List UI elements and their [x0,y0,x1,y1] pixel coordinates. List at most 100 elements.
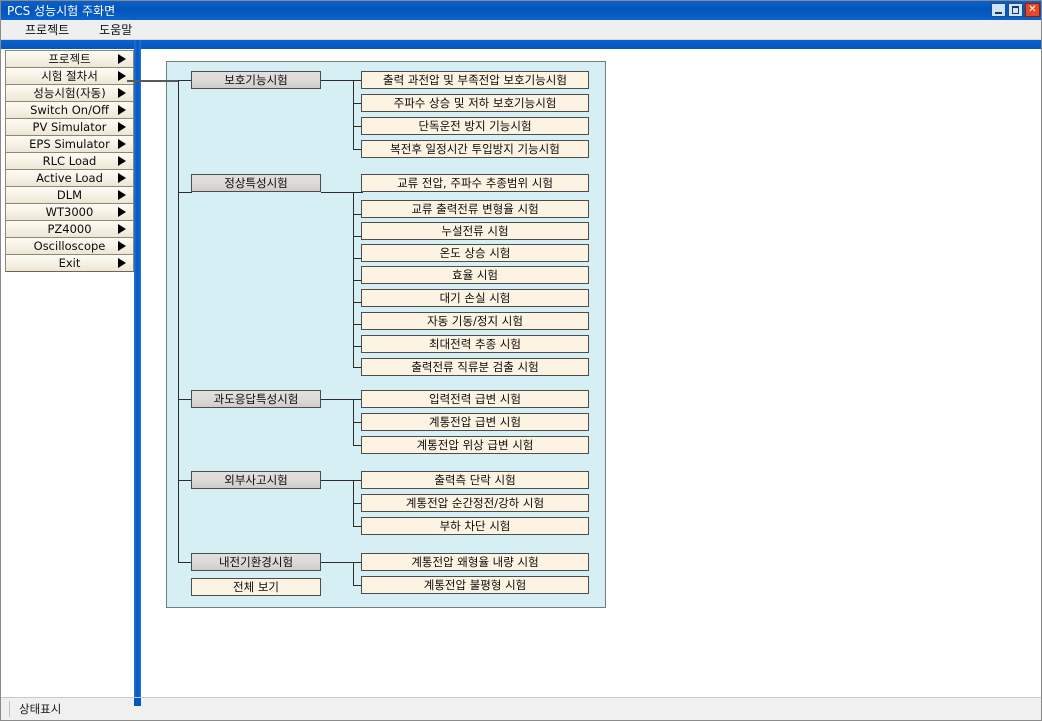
sidebar-item-rlc-load[interactable]: RLC Load [5,152,134,170]
tree-item-label: 단독운전 방지 기능시험 [418,119,532,133]
tree-item[interactable]: 누설전류 시험 [361,222,589,240]
menu-item-help[interactable]: 도움말 [89,21,142,39]
minimize-icon [995,12,1002,14]
sidebar-item-performance-test-auto[interactable]: 성능시험(자동) [5,84,134,102]
sidebar-item-pz4000[interactable]: PZ4000 [5,220,134,238]
tree-item[interactable]: 출력 과전압 및 부족전압 보호기능시험 [361,71,589,89]
title-bar: PCS 성능시험 주화면 ✕ [1,1,1041,20]
tree-item[interactable]: 계통전압 불평형 시험 [361,576,589,594]
sidebar-item-active-load[interactable]: Active Load [5,169,134,187]
tree-group-stub [178,192,192,193]
window-title: PCS 성능시험 주화면 [7,4,116,18]
close-button[interactable]: ✕ [1025,3,1040,17]
tree-item[interactable]: 교류 출력전류 변형율 시험 [361,200,589,218]
tree-category-transient-response[interactable]: 과도응답특성시험 [191,390,321,408]
tree-item[interactable]: 주파수 상승 및 저하 보호기능시험 [361,94,589,112]
sidebar-item-switch-on-off[interactable]: Switch On/Off [5,101,134,119]
tree-item-label: 계통전압 급변 시험 [429,415,521,429]
sidebar-item-label: Switch On/Off [30,103,109,117]
tree-item-label: 복전후 일정시간 투입방지 기능시험 [390,142,560,156]
status-rail-cap [134,698,141,706]
sidebar-item-label: WT3000 [45,205,94,219]
chevron-right-icon [118,156,126,166]
chevron-right-icon [118,224,126,234]
tree-branch-trunk [353,80,354,150]
tree-item[interactable]: 자동 기동/정지 시험 [361,312,589,330]
tree-item-label: 출력측 단락 시험 [434,473,516,487]
tree-item-label: 교류 전압, 주파수 추종범위 시험 [397,176,553,190]
menu-bar: 프로젝트 도움말 [1,20,1041,40]
tree-item-label: 효율 시험 [452,268,498,282]
tree-item[interactable]: 출력전류 직류분 검출 시험 [361,358,589,376]
sidebar-accent-rail [134,40,141,705]
view-all-button[interactable]: 전체 보기 [191,578,321,596]
status-text: 상태표시 [19,702,62,716]
chevron-right-icon [118,88,126,98]
menu-item-project[interactable]: 프로젝트 [15,21,79,39]
tree-item[interactable]: 교류 전압, 주파수 추종범위 시험 [361,174,589,192]
tree-category-external-fault[interactable]: 외부사고시험 [191,471,321,489]
tree-item-label: 교류 출력전류 변형율 시험 [411,202,539,216]
tree-item[interactable]: 계통전압 왜형율 내량 시험 [361,553,589,571]
tree-item-label: 누설전류 시험 [441,224,509,238]
tree-group-stub [178,480,192,481]
tree-item-label: 대기 손실 시험 [439,291,511,305]
sidebar-item-test-procedure[interactable]: 시험 절차서 [5,67,134,85]
header-accent-band [1,40,1041,49]
tree-item[interactable]: 입력전력 급변 시험 [361,390,589,408]
sidebar-item-project[interactable]: 프로젝트 [5,50,134,68]
tree-item-label: 출력 과전압 및 부족전압 보호기능시험 [383,73,567,87]
tree-item[interactable]: 계통전압 급변 시험 [361,413,589,431]
tree-item[interactable]: 복전후 일정시간 투입방지 기능시험 [361,140,589,158]
sidebar-item-label: Oscilloscope [33,239,106,253]
tree-item-label: 부하 차단 시험 [439,519,511,533]
sidebar-item-pv-simulator[interactable]: PV Simulator [5,118,134,136]
tree-item-label: 계통전압 불평형 시험 [423,578,527,592]
tree-item[interactable]: 출력측 단락 시험 [361,471,589,489]
tree-category-label: 정상특성시험 [224,176,288,190]
tree-item-label: 주파수 상승 및 저하 보호기능시험 [393,96,557,110]
sidebar-item-label: RLC Load [42,154,97,168]
minimize-button[interactable] [991,3,1006,17]
sidebar-item-label: 프로젝트 [48,52,91,66]
tree-group-stub [178,562,192,563]
maximize-icon [1012,6,1019,14]
tree-item-label: 온도 상승 시험 [439,246,511,260]
tree-group-stub [178,399,192,400]
tree-item-label: 계통전압 위상 급변 시험 [416,438,534,452]
sidebar-item-label: Exit [58,256,81,270]
maximize-button[interactable] [1008,3,1023,17]
tree-category-label: 과도응답특성시험 [213,392,299,406]
tree-item[interactable]: 계통전압 순간정전/강하 시험 [361,494,589,512]
tree-item-label: 입력전력 급변 시험 [429,392,521,406]
tree-trunk-line [178,80,179,563]
tree-item[interactable]: 단독운전 방지 기능시험 [361,117,589,135]
tree-category-label: 보호기능시험 [224,73,288,87]
tree-item-label: 출력전류 직류분 검출 시험 [411,360,539,374]
window-controls: ✕ [991,3,1040,17]
tree-item[interactable]: 최대전력 추종 시험 [361,335,589,353]
tree-item[interactable]: 부하 차단 시험 [361,517,589,535]
close-icon: ✕ [1028,4,1037,15]
sidebar-menu: 프로젝트 시험 절차서 성능시험(자동) Switch On/Off PV Si… [5,50,134,272]
sidebar-item-wt3000[interactable]: WT3000 [5,203,134,221]
tree-category-normal-characteristics[interactable]: 정상특성시험 [191,174,321,192]
tree-category-label: 내전기환경시험 [218,555,294,569]
sidebar-item-oscilloscope[interactable]: Oscilloscope [5,237,134,255]
tree-category-label: 외부사고시험 [224,473,288,487]
application-window: PCS 성능시험 주화면 ✕ 프로젝트 도움말 프로젝트 시험 절차서 성능시험… [0,0,1042,721]
tree-item-label: 계통전압 왜형율 내량 시험 [411,555,539,569]
tree-item[interactable]: 계통전압 위상 급변 시험 [361,436,589,454]
tree-category-electrical-environment[interactable]: 내전기환경시험 [191,553,321,571]
chevron-right-icon [118,190,126,200]
sidebar-item-dlm[interactable]: DLM [5,186,134,204]
tree-item[interactable]: 온도 상승 시험 [361,244,589,262]
sidebar-item-eps-simulator[interactable]: EPS Simulator [5,135,134,153]
sidebar-tree-connector [127,80,179,82]
tree-category-protection[interactable]: 보호기능시험 [191,71,321,89]
chevron-right-icon [118,207,126,217]
sidebar-item-exit[interactable]: Exit [5,254,134,272]
tree-item[interactable]: 대기 손실 시험 [361,289,589,307]
tree-item[interactable]: 효율 시험 [361,266,589,284]
chevron-right-icon [118,258,126,268]
